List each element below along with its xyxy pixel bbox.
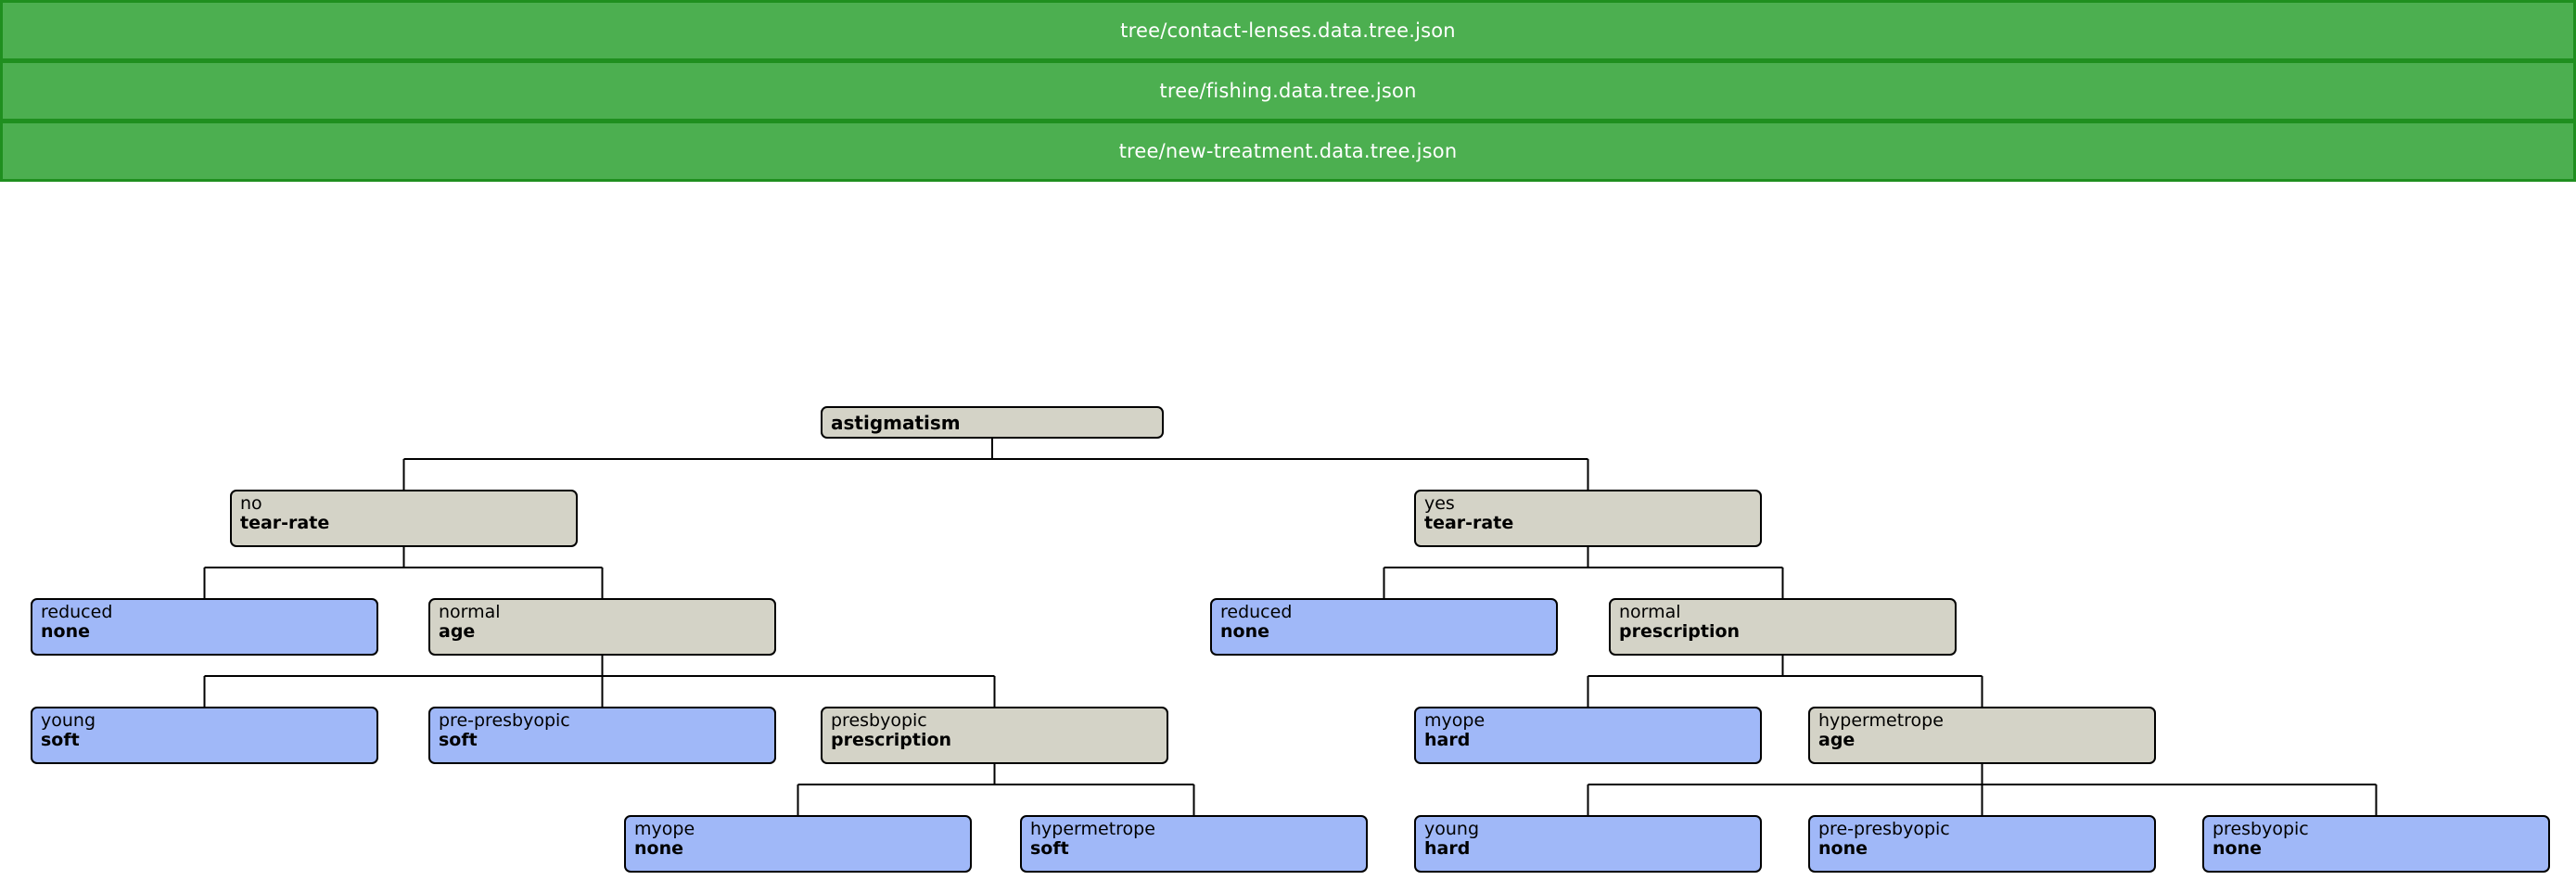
tree-node-value: prescription: [1619, 621, 1741, 643]
tree-node-edge-label: normal: [1619, 602, 1681, 622]
tree-node-edge-label: presbyopic: [831, 710, 927, 731]
tree-node-value: prescription: [831, 730, 952, 751]
tree-leaf-node[interactable]: myope none: [624, 815, 972, 873]
decision-tree-canvas: astigmatism no tear-rate yes tear-rate reduce…: [0, 184, 2576, 893]
tree-leaf-node[interactable]: pre-presbyopic none: [1808, 815, 2156, 873]
tree-leaf-node[interactable]: myope hard: [1414, 707, 1762, 764]
tree-node-value: none: [2213, 838, 2262, 860]
tree-node-edge-label: reduced: [1220, 602, 1293, 622]
tree-node-edge-label: young: [1424, 819, 1480, 839]
tree-node-value: astigmatism: [831, 412, 961, 434]
tree-internal-node[interactable]: no tear-rate: [230, 490, 578, 547]
tree-node-edge-label: hypermetrope: [1818, 710, 1944, 731]
tree-node-edge-label: young: [41, 710, 96, 731]
tree-leaf-node[interactable]: young soft: [31, 707, 378, 764]
tree-node-edge-label: no: [240, 493, 262, 514]
tree-file-banner-label: tree/fishing.data.tree.json: [1159, 80, 1417, 102]
tree-node-value: age: [1818, 730, 1855, 751]
tree-leaf-node[interactable]: pre-presbyopic soft: [428, 707, 776, 764]
tree-internal-node[interactable]: normal prescription: [1609, 598, 1957, 656]
tree-node-value: none: [1220, 621, 1269, 643]
tree-node-edge-label: presbyopic: [2213, 819, 2309, 839]
tree-node-value: tear-rate: [1424, 513, 1514, 534]
tree-node-edge-label: pre-presbyopic: [439, 710, 570, 731]
tree-node-value: soft: [439, 730, 478, 751]
tree-node-edge-label: normal: [439, 602, 501, 622]
tree-node-edge-label: yes: [1424, 493, 1455, 514]
tree-internal-node[interactable]: yes tear-rate: [1414, 490, 1762, 547]
tree-internal-node[interactable]: normal age: [428, 598, 776, 656]
tree-node-edge-label: myope: [634, 819, 695, 839]
tree-node-edge-label: hypermetrope: [1030, 819, 1155, 839]
tree-node-value: soft: [1030, 838, 1069, 860]
tree-file-banner[interactable]: tree/new-treatment.data.tree.json: [0, 121, 2576, 182]
tree-file-banner-list: tree/contact-lenses.data.tree.json tree/f…: [0, 0, 2576, 182]
tree-node-value: none: [634, 838, 683, 860]
tree-leaf-node[interactable]: reduced none: [1210, 598, 1558, 656]
tree-node-value: hard: [1424, 838, 1471, 860]
tree-node-value: tear-rate: [240, 513, 330, 534]
tree-internal-node[interactable]: presbyopic prescription: [821, 707, 1168, 764]
tree-leaf-node[interactable]: reduced none: [31, 598, 378, 656]
tree-file-banner[interactable]: tree/fishing.data.tree.json: [0, 60, 2576, 121]
tree-node-edge-label: reduced: [41, 602, 113, 622]
tree-leaf-node[interactable]: presbyopic none: [2202, 815, 2550, 873]
tree-node-edge-label: myope: [1424, 710, 1486, 731]
tree-file-banner-label: tree/contact-lenses.data.tree.json: [1120, 19, 1456, 42]
tree-node-value: none: [41, 621, 90, 643]
tree-internal-node[interactable]: astigmatism: [821, 406, 1164, 439]
tree-node-value: age: [439, 621, 476, 643]
tree-node-value: hard: [1424, 730, 1471, 751]
tree-file-banner[interactable]: tree/contact-lenses.data.tree.json: [0, 0, 2576, 61]
tree-file-banner-label: tree/new-treatment.data.tree.json: [1118, 140, 1458, 162]
tree-node-value: soft: [41, 730, 80, 751]
tree-node-value: none: [1818, 838, 1868, 860]
tree-node-edge-label: pre-presbyopic: [1818, 819, 1950, 839]
tree-leaf-node[interactable]: hypermetrope soft: [1020, 815, 1368, 873]
tree-leaf-node[interactable]: young hard: [1414, 815, 1762, 873]
tree-internal-node[interactable]: hypermetrope age: [1808, 707, 2156, 764]
